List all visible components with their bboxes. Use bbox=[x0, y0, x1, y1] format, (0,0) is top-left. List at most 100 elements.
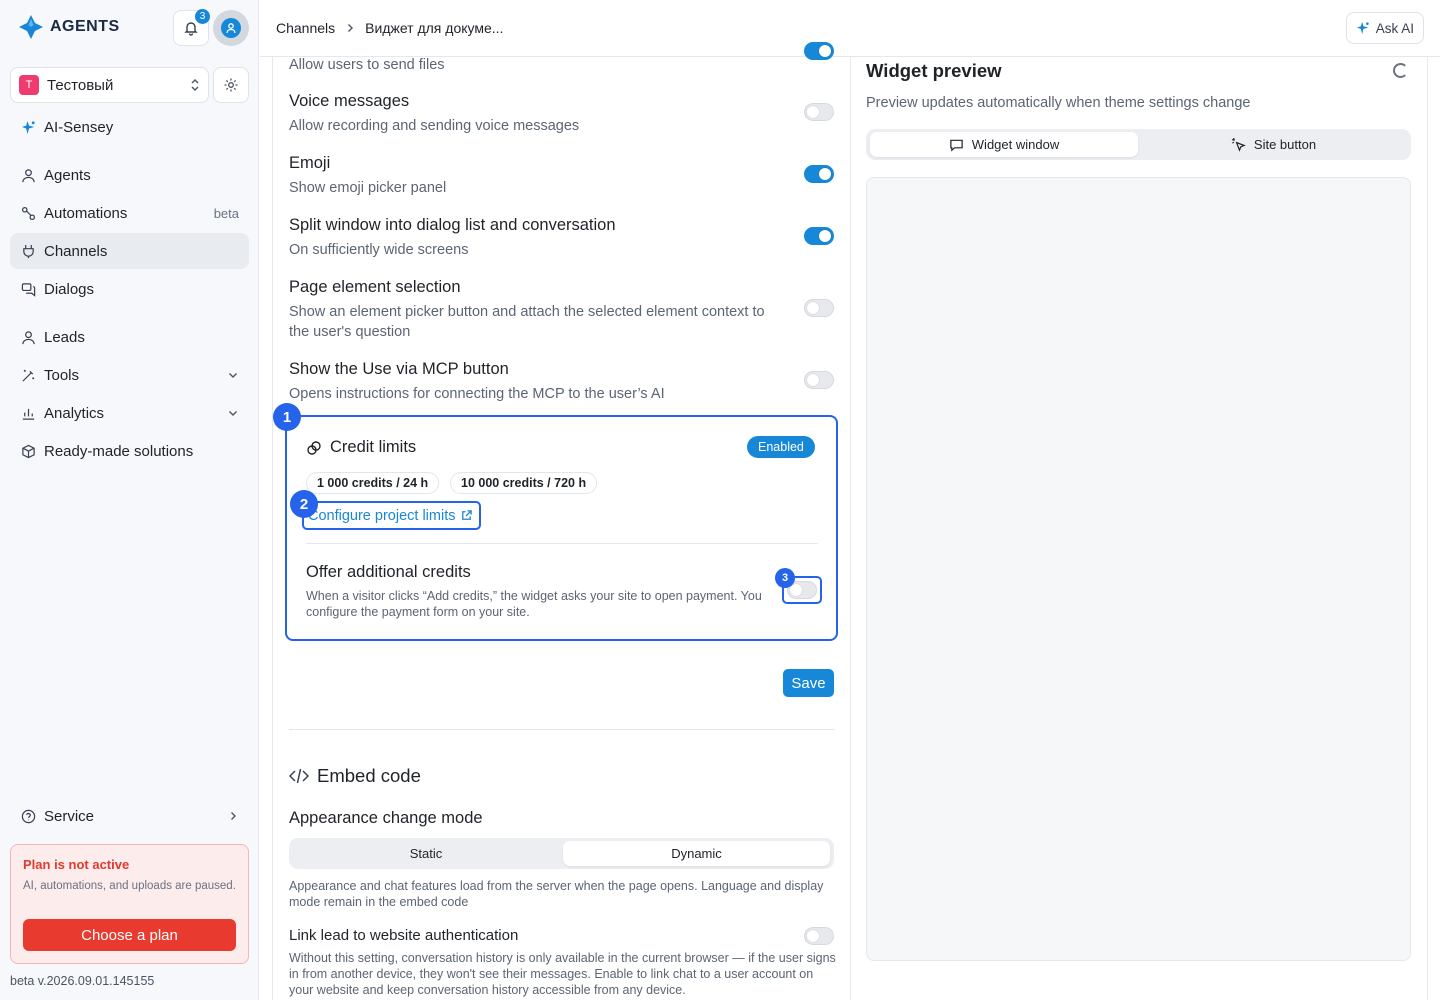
send-files-toggle[interactable] bbox=[804, 42, 834, 60]
breadcrumb-current: Виджет для докуме... bbox=[365, 20, 504, 36]
sidebar-item-label: Service bbox=[44, 807, 95, 825]
setting-emoji: Emoji Show emoji picker panel bbox=[289, 154, 779, 198]
configure-limits-link[interactable]: Configure project limits bbox=[302, 501, 481, 530]
sidebar-item-label: AI-Sensey bbox=[44, 118, 114, 136]
sidebar-item-automations[interactable]: Automations beta bbox=[10, 195, 249, 231]
setting-page-element: Page element selection Show an element p… bbox=[289, 278, 779, 342]
sidebar-item-analytics[interactable]: Analytics bbox=[10, 395, 249, 431]
plan-text: AI, automations, and uploads are paused. bbox=[23, 880, 236, 892]
gear-icon bbox=[224, 78, 238, 92]
sidebar-item-channels[interactable]: Channels bbox=[10, 233, 249, 269]
chat-icon bbox=[20, 281, 36, 297]
link-auth-desc: Without this setting, conversation histo… bbox=[289, 951, 836, 997]
setting-title: Show the Use via MCP button bbox=[289, 360, 509, 378]
sidebar-item-agents[interactable]: Agents bbox=[10, 157, 249, 193]
ask-ai-button[interactable]: Ask AI bbox=[1345, 12, 1424, 44]
chevron-right-icon bbox=[348, 24, 354, 32]
project-select[interactable]: T Тестовый bbox=[10, 67, 209, 103]
sidebar-item-service[interactable]: Service bbox=[10, 798, 249, 834]
wand-icon bbox=[20, 367, 36, 383]
offer-credits-desc: When a visitor clicks “Add credits,” the… bbox=[306, 589, 762, 619]
chevron-down-icon bbox=[229, 411, 237, 416]
tab-label: Widget window bbox=[971, 137, 1060, 152]
setting-desc: Opens instructions for connecting the MC… bbox=[289, 386, 665, 402]
setting-desc: On sufficiently wide screens bbox=[289, 242, 469, 258]
tab-site-button[interactable]: Site button bbox=[1140, 132, 1407, 157]
voice-messages-toggle[interactable] bbox=[804, 103, 834, 121]
help-icon bbox=[20, 808, 36, 824]
chat-icon bbox=[950, 139, 963, 151]
limit-chip-monthly: 10 000 credits / 720 h bbox=[450, 472, 598, 494]
split-window-toggle[interactable] bbox=[804, 227, 834, 245]
setting-voice-messages: Voice messages Allow recording and sendi… bbox=[289, 92, 779, 136]
sidebar-item-label: Agents bbox=[44, 166, 91, 184]
page-element-toggle[interactable] bbox=[804, 299, 834, 317]
version-label: beta v.2026.09.01.145155 bbox=[10, 974, 155, 988]
breadcrumb-channels[interactable]: Channels bbox=[276, 20, 335, 36]
sidebar-item-dialogs[interactable]: Dialogs bbox=[10, 271, 249, 307]
ask-ai-label: Ask AI bbox=[1375, 20, 1414, 36]
chevron-down-icon bbox=[229, 373, 237, 378]
annotation-marker-1: 1 bbox=[273, 403, 301, 431]
sidebar-item-label: Ready-made solutions bbox=[44, 442, 194, 460]
sidebar-item-tools[interactable]: Tools bbox=[10, 357, 249, 393]
annotation-marker-2: 2 bbox=[290, 490, 318, 518]
user-icon bbox=[20, 329, 36, 345]
preview-tabs: Widget window Site button bbox=[866, 129, 1411, 160]
plan-title: Plan is not active bbox=[23, 857, 130, 872]
loading-spinner-icon bbox=[1393, 63, 1408, 78]
annotation-marker-3: 3 bbox=[775, 568, 795, 588]
chevron-right-icon bbox=[231, 812, 236, 820]
project-settings-button[interactable] bbox=[213, 67, 249, 103]
tab-label: Site button bbox=[1253, 137, 1317, 152]
setting-title: Split window into dialog list and conver… bbox=[289, 216, 616, 234]
tab-widget-window[interactable]: Widget window bbox=[870, 132, 1138, 157]
limit-chip-daily: 1 000 credits / 24 h bbox=[306, 472, 440, 494]
mode-dynamic[interactable]: Dynamic bbox=[563, 841, 830, 866]
chevron-updown-icon bbox=[191, 79, 199, 91]
save-button[interactable]: Save bbox=[783, 669, 834, 697]
user-avatar-button[interactable] bbox=[213, 10, 249, 46]
divider bbox=[289, 729, 834, 730]
link-auth-toggle[interactable] bbox=[804, 927, 834, 945]
sparkle-icon bbox=[20, 119, 36, 135]
notifications-badge: 3 bbox=[195, 9, 210, 24]
user-icon bbox=[221, 18, 241, 38]
sidebar-item-label: Leads bbox=[44, 328, 85, 346]
widget-preview-frame[interactable] bbox=[866, 177, 1411, 961]
credit-limits-title: Credit limits bbox=[330, 438, 417, 456]
breadcrumb: Channels Виджет для докуме... bbox=[276, 20, 503, 36]
setting-desc: Show an element picker button and attach… bbox=[289, 304, 765, 340]
setting-title: Emoji bbox=[289, 154, 331, 172]
setting-split-window: Split window into dialog list and conver… bbox=[289, 216, 779, 260]
top-header: Channels Виджет для докуме... Ask AI bbox=[260, 0, 1440, 57]
setting-desc: Show emoji picker panel bbox=[289, 180, 447, 196]
mode-static[interactable]: Static bbox=[292, 841, 560, 866]
plug-icon bbox=[20, 243, 36, 259]
coins-icon bbox=[307, 441, 321, 455]
setting-title: Voice messages bbox=[289, 92, 410, 110]
workflow-icon bbox=[20, 205, 36, 221]
divider bbox=[306, 543, 818, 544]
bell-icon bbox=[184, 22, 198, 36]
widget-preview-subtitle: Preview updates automatically when theme… bbox=[866, 95, 1251, 111]
plan-warning: Plan is not active AI, automations, and … bbox=[10, 844, 249, 964]
mcp-button-toggle[interactable] bbox=[804, 371, 834, 389]
setting-title: Page element selection bbox=[289, 278, 461, 296]
package-icon bbox=[20, 443, 36, 459]
sidebar-item-ready-made-solutions[interactable]: Ready-made solutions bbox=[10, 433, 249, 469]
configure-limits-label: Configure project limits bbox=[308, 507, 456, 524]
setting-desc: Allow users to send files bbox=[289, 57, 445, 73]
status-badge: Enabled bbox=[747, 436, 815, 458]
setting-mcp-button: Show the Use via MCP button Opens instru… bbox=[289, 360, 779, 404]
appearance-mode-title: Appearance change mode bbox=[289, 809, 483, 827]
brand-logo[interactable]: AGENTS bbox=[18, 14, 120, 40]
emoji-toggle[interactable] bbox=[804, 165, 834, 183]
beta-badge: beta bbox=[213, 205, 239, 221]
code-icon bbox=[289, 768, 309, 784]
project-name: Тестовый bbox=[47, 76, 114, 94]
sidebar-item-ai-sensey[interactable]: AI-Sensey bbox=[10, 109, 249, 145]
sidebar-item-label: Automations bbox=[44, 204, 128, 222]
choose-plan-button[interactable]: Choose a plan bbox=[23, 919, 236, 951]
sidebar-item-leads[interactable]: Leads bbox=[10, 319, 249, 355]
